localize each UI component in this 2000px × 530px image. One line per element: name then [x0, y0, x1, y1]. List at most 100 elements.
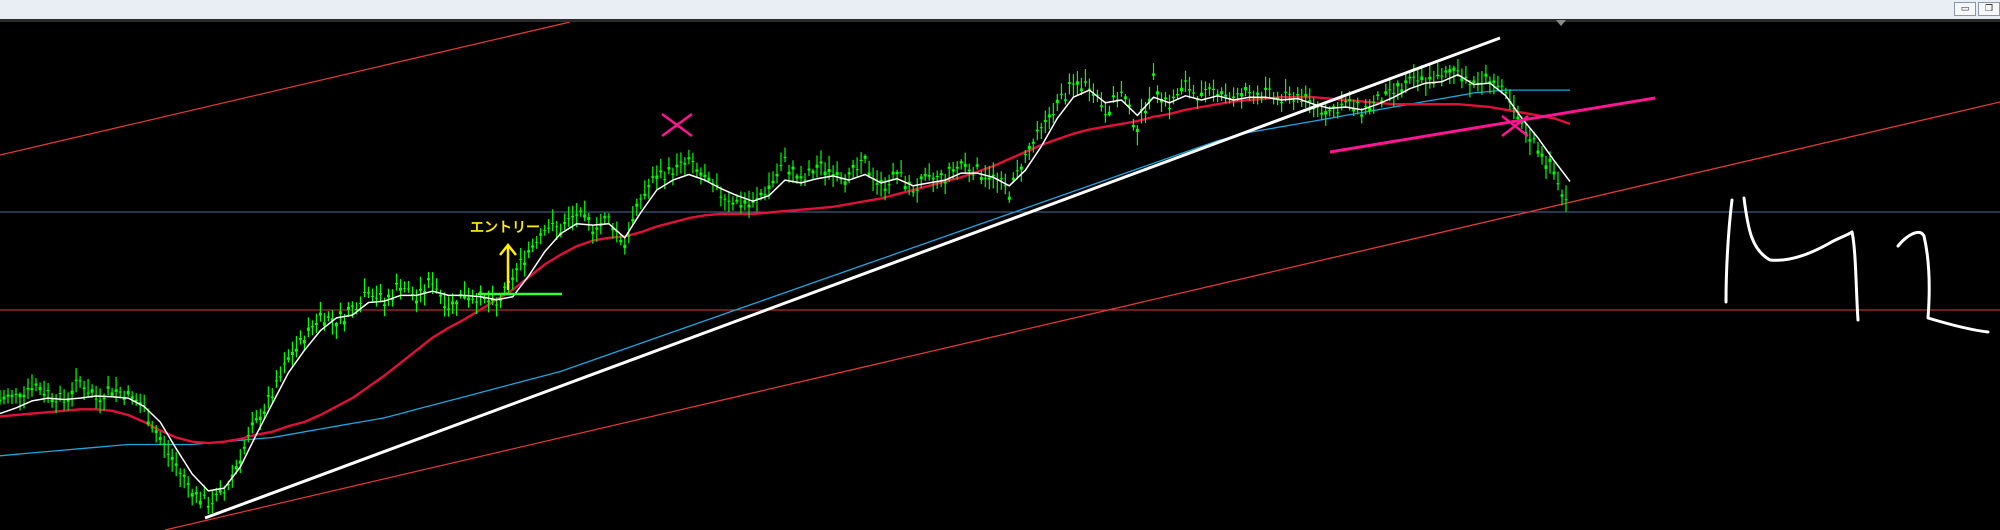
candle-body	[1388, 89, 1392, 91]
candle-body	[1348, 99, 1352, 102]
candle-body	[691, 161, 695, 162]
candle-body	[90, 389, 94, 393]
candle-body	[427, 278, 430, 281]
candle-body	[1131, 124, 1135, 128]
candle-body	[795, 175, 799, 179]
candle-body	[379, 293, 382, 295]
candle-body	[667, 167, 671, 170]
candle-body	[407, 288, 410, 290]
candle-body	[443, 306, 447, 309]
candle-body	[875, 183, 879, 185]
candle-body	[967, 169, 971, 172]
candle-body	[547, 227, 551, 229]
candle-body	[198, 501, 202, 505]
candle-body	[579, 210, 583, 212]
candle-body	[435, 288, 439, 290]
restore-button[interactable]: ❐	[1978, 2, 2000, 16]
candle-body	[687, 157, 691, 160]
candle-body	[1340, 103, 1344, 105]
candle-body	[1416, 80, 1420, 82]
channel-upper-line	[0, 22, 571, 156]
candle-body	[763, 194, 767, 196]
candle-body	[807, 168, 811, 171]
candle-body	[1284, 91, 1288, 93]
candle-body	[1031, 141, 1035, 144]
candle-body	[1368, 108, 1372, 112]
candle-body	[294, 348, 298, 352]
candle-body	[563, 221, 567, 224]
candle-body	[1452, 67, 1456, 71]
candle-body	[310, 326, 314, 328]
price-chart[interactable]: エントリー M1	[0, 22, 2000, 530]
candle-body	[270, 396, 274, 399]
candle-body	[851, 164, 855, 168]
candle-body	[703, 174, 707, 178]
candle-body	[399, 287, 402, 291]
candle-body	[1059, 93, 1063, 95]
candle-body	[855, 169, 859, 171]
candle-body	[1232, 96, 1236, 99]
candle-body	[282, 363, 286, 365]
candle-body	[82, 387, 86, 390]
candle-body	[467, 297, 471, 301]
candle-body	[991, 174, 995, 177]
candle-body	[863, 155, 867, 159]
candle-body	[675, 164, 679, 168]
candle-body	[1532, 138, 1536, 140]
candle-body	[1256, 92, 1260, 95]
candle-body	[931, 177, 935, 180]
candle-body	[927, 174, 931, 177]
trendlines-layer	[204, 36, 1656, 520]
candle-body	[126, 390, 130, 395]
candle-body	[106, 386, 110, 389]
candle-body	[1404, 80, 1408, 83]
candle-body	[218, 490, 222, 493]
candle-body	[743, 200, 747, 204]
candle-body	[1248, 92, 1252, 94]
candle-body	[631, 218, 635, 222]
candle-body	[727, 200, 731, 202]
candle-body	[739, 205, 743, 208]
candle-body	[595, 227, 599, 230]
annotations-layer: エントリー	[470, 112, 1529, 296]
candle-body	[350, 305, 354, 307]
candle-body	[887, 184, 891, 186]
candle-body	[1015, 170, 1019, 172]
candle-body	[823, 171, 827, 175]
candle-body	[1456, 70, 1460, 72]
candle-body	[923, 174, 927, 177]
candle-body	[423, 291, 426, 293]
candle-body	[1204, 88, 1207, 90]
candle-body	[375, 297, 378, 299]
candle-body	[1067, 82, 1071, 84]
candle-body	[1003, 185, 1007, 187]
candle-body	[1075, 81, 1079, 85]
candle-body	[1063, 99, 1067, 101]
candle-body	[242, 446, 246, 449]
candle-body	[479, 291, 483, 293]
candle-body	[1176, 94, 1179, 96]
minimize-button[interactable]: ▭	[1954, 2, 1976, 16]
candle-body	[298, 338, 302, 340]
candle-body	[170, 456, 174, 460]
candle-body	[10, 394, 14, 397]
candle-body	[1552, 171, 1556, 175]
candle-body	[1464, 76, 1468, 78]
candle-body	[102, 397, 106, 400]
candle-body	[843, 181, 847, 185]
candle-body	[1504, 92, 1508, 94]
candle-body	[178, 472, 182, 474]
candle-body	[1119, 91, 1123, 93]
candle-body	[1172, 96, 1175, 99]
candle-body	[1023, 154, 1027, 156]
candle-body	[439, 294, 443, 297]
candle-body	[567, 218, 571, 220]
candle-body	[779, 165, 783, 167]
candle-body	[14, 393, 18, 395]
candle-body	[290, 352, 294, 355]
candle-body	[543, 229, 547, 231]
candle-body	[1376, 94, 1380, 96]
candle-body	[455, 301, 459, 305]
candle-body	[1035, 129, 1039, 132]
candle-body	[154, 430, 158, 433]
